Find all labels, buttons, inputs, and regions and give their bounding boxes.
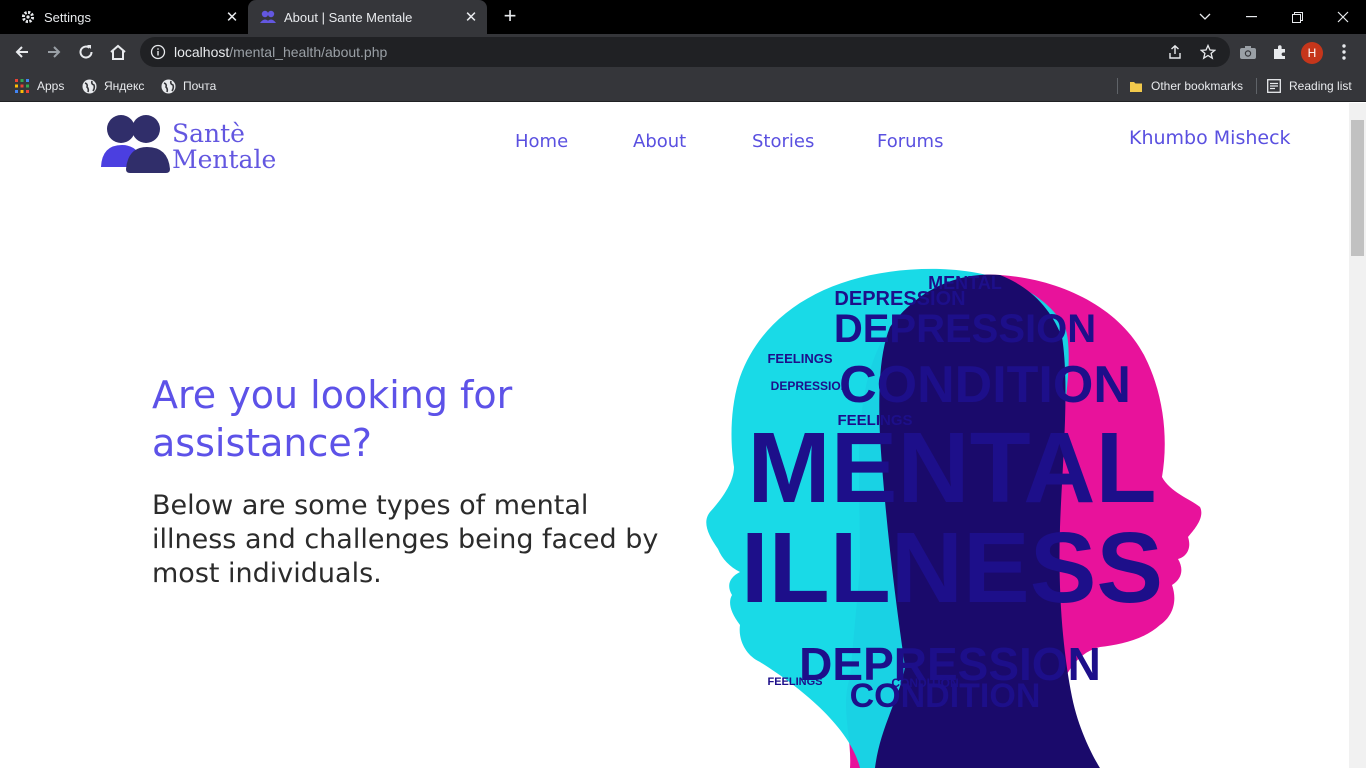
bookmark-separator: [1256, 78, 1257, 94]
forward-icon[interactable]: [40, 38, 68, 66]
gear-icon: [20, 9, 36, 25]
tab-settings[interactable]: Settings ✕: [8, 0, 248, 34]
reload-icon[interactable]: [72, 38, 100, 66]
hero-title: Are you looking for assistance?: [152, 373, 513, 465]
new-tab-button[interactable]: +: [498, 5, 522, 29]
reading-list-button[interactable]: Reading list: [1266, 76, 1352, 96]
address-bar[interactable]: localhost/mental_health/about.php: [140, 37, 1230, 67]
bookmark-yandex[interactable]: Яндекс: [81, 76, 144, 96]
folder-icon: [1128, 78, 1144, 94]
bookmark-other[interactable]: Other bookmarks: [1128, 76, 1243, 96]
tab-about[interactable]: About | Sante Mentale ✕: [248, 0, 487, 34]
tab-strip: Settings ✕ About | Sante Mentale ✕ +: [0, 0, 1366, 34]
minimize-button[interactable]: [1228, 0, 1274, 34]
bookmark-label: Reading list: [1289, 79, 1352, 93]
globe-icon: [81, 78, 97, 94]
word-feelings: FEELINGS: [837, 412, 912, 429]
restore-button[interactable]: [1274, 0, 1320, 34]
user-name-link[interactable]: Khumbo Misheck: [1129, 127, 1291, 149]
nav-about[interactable]: About: [633, 131, 686, 152]
logo-line-2: Mentale: [172, 145, 277, 174]
close-icon[interactable]: ✕: [461, 7, 481, 27]
close-window-button[interactable]: [1320, 0, 1366, 34]
logo-line-1: Santè: [172, 119, 245, 148]
word-feelings-small: FEELINGS: [767, 351, 832, 366]
share-icon[interactable]: [1165, 42, 1185, 62]
word-depression-small: DEPRESSION: [771, 379, 850, 393]
tab-title: About | Sante Mentale: [284, 9, 413, 25]
bookmarks-bar: Apps Яндекс Почта Other bookmarks Readin…: [0, 70, 1366, 102]
url-text: localhost/mental_health/about.php: [174, 44, 387, 60]
logo-text: Santè Mentale: [172, 121, 276, 173]
bookmark-pochta[interactable]: Почта: [160, 76, 216, 96]
word-condition-bottom: CONDITION: [850, 677, 1041, 715]
home-icon[interactable]: [104, 38, 132, 66]
nav-forums[interactable]: Forums: [877, 131, 943, 152]
word-depression: DEPRESSION: [834, 307, 1096, 351]
page-content: Santè Mentale Home About Stories Forums …: [0, 103, 1349, 768]
url-host: localhost: [174, 44, 230, 60]
close-icon[interactable]: ✕: [222, 7, 242, 27]
tab-title: Settings: [44, 9, 91, 25]
apps-grid-icon: [14, 78, 30, 94]
bookmark-star-icon[interactable]: [1198, 42, 1218, 62]
bookmark-label: Яндекс: [104, 79, 145, 93]
word-condition: CONDITION: [839, 356, 1131, 414]
kebab-menu-icon[interactable]: [1330, 38, 1358, 66]
tab-search-icon[interactable]: [1182, 0, 1228, 34]
bookmark-separator: [1117, 78, 1118, 94]
logo-people-icon: [101, 115, 170, 173]
bookmark-label: Почта: [183, 79, 217, 93]
nav-home[interactable]: Home: [515, 131, 568, 152]
info-icon[interactable]: [150, 44, 166, 60]
nav-stories[interactable]: Stories: [752, 131, 814, 152]
scrollbar-thumb[interactable]: [1351, 120, 1364, 256]
camera-icon[interactable]: [1234, 38, 1262, 66]
word-feelings-low: FEELINGS: [767, 676, 822, 688]
extensions-icon[interactable]: [1266, 38, 1294, 66]
browser-toolbar: localhost/mental_health/about.php H: [0, 34, 1366, 70]
globe-icon: [160, 78, 176, 94]
users-icon: [260, 9, 276, 25]
word-mental: MENTAL: [747, 412, 1156, 524]
profile-avatar[interactable]: H: [1301, 42, 1323, 64]
mental-illness-heads-illustration: DEPRESSION CONDITION MENTAL ILLNESS DEPR…: [706, 268, 1202, 768]
url-path: /mental_health/about.php: [229, 44, 388, 60]
word-mental-top: MENTAL: [928, 273, 1002, 293]
bookmark-label: Apps: [37, 79, 65, 93]
reading-list-icon: [1266, 78, 1282, 94]
site-logo[interactable]: Santè Mentale: [100, 111, 300, 177]
bookmark-apps[interactable]: Apps: [14, 76, 64, 96]
bookmark-label: Other bookmarks: [1151, 79, 1244, 93]
word-illness: ILLNESS: [741, 512, 1163, 624]
back-icon[interactable]: [8, 38, 36, 66]
page-scrollbar[interactable]: [1349, 103, 1366, 768]
hero-subtitle: Below are some types of mental illness a…: [152, 490, 659, 589]
